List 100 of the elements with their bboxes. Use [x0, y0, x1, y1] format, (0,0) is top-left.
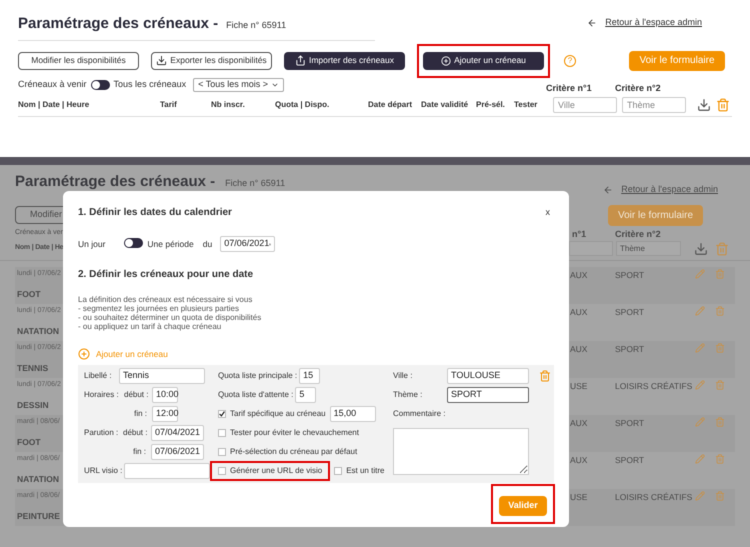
checkbox[interactable]	[334, 466, 342, 475]
column-header: Date validité	[421, 98, 470, 110]
theme-field[interactable]: SPORT	[447, 386, 529, 403]
column-header: Date départ	[368, 98, 414, 110]
criterion-field[interactable]: Ville	[553, 96, 617, 112]
city-cell-text: USE	[570, 380, 588, 393]
criterion-field[interactable]: Thème	[622, 96, 686, 112]
filter-label: Créneaux à venir	[18, 78, 87, 91]
toolbar-button[interactable]: Exporter les disponibilités	[151, 52, 272, 70]
city-field[interactable]: TOULOUSE	[447, 368, 529, 384]
toggle-switch[interactable]	[90, 80, 110, 90]
edit-icon[interactable]	[695, 306, 705, 316]
theme-cell-text: SPORT	[615, 343, 646, 356]
option-label: Un jour	[78, 238, 106, 250]
slot-name: DESSIN	[16, 398, 50, 412]
field-label: Thème :	[393, 388, 424, 401]
checkbox[interactable]	[218, 448, 226, 456]
edit-icon[interactable]	[695, 380, 705, 390]
plus-icon	[441, 56, 452, 66]
criterion-label: Critère n°1	[546, 82, 593, 95]
date-field[interactable]: 07/04/2021	[151, 424, 204, 441]
criterion-label: n°1	[572, 228, 588, 240]
number-field[interactable]: 5	[295, 386, 316, 403]
text-field[interactable]	[124, 462, 210, 479]
section-heading: 2. Définir les créneaux pour une date	[78, 268, 254, 282]
text-field[interactable]: Tennis	[119, 368, 205, 384]
toolbar-button[interactable]: Modifier les disponibilités	[18, 52, 139, 70]
checkbox[interactable]	[218, 428, 226, 437]
toolbar-button[interactable]: Importer des créneaux	[284, 52, 405, 70]
option-label: du	[202, 238, 212, 250]
plus-icon	[78, 348, 90, 360]
upload-icon	[294, 55, 306, 66]
criterion-label: Critère n°2	[615, 228, 661, 240]
criterion-field	[569, 241, 613, 256]
field-label: Horaires :	[84, 388, 120, 401]
slot-name: NATATION	[16, 324, 60, 338]
field-label: Quota liste d'attente :	[218, 388, 294, 401]
option-label: Une période	[147, 238, 194, 250]
trash-icon[interactable]	[539, 370, 551, 382]
theme-cell-text: SPORT	[615, 306, 646, 319]
city-cell-text: AUX	[570, 269, 588, 282]
slot-name: NATATION	[16, 472, 60, 486]
close-button[interactable]: x	[546, 205, 550, 220]
comment-field[interactable]	[393, 428, 529, 475]
checkbox[interactable]	[218, 466, 226, 475]
toolbar-button[interactable]: Ajouter un créneau	[423, 52, 544, 70]
arrow-left-icon	[603, 184, 614, 195]
edit-icon[interactable]	[695, 269, 705, 279]
time-field[interactable]: 12:00	[152, 406, 178, 422]
download-icon[interactable]	[697, 98, 711, 112]
field-label: Quota liste principale :	[218, 370, 298, 382]
checkbox[interactable]	[218, 410, 226, 418]
price-field[interactable]: 15,00	[330, 406, 376, 422]
date-field[interactable]: 07/06/2021	[151, 444, 204, 460]
slot-name: FOOT	[16, 288, 42, 300]
edit-icon[interactable]	[695, 417, 705, 427]
trash-icon[interactable]	[715, 242, 729, 256]
page-title: Paramétrage des créneaux -	[18, 14, 218, 34]
trash-icon[interactable]	[715, 380, 725, 390]
intro-text: - ou souhaitez déterminer un quota de disponibilités	[78, 313, 262, 322]
trash-icon[interactable]	[716, 98, 730, 112]
trash-icon[interactable]	[715, 343, 725, 353]
page-title: Paramétrage des créneaux -	[15, 172, 216, 192]
option-label: Pré-sélection du créneau par défaut	[230, 446, 358, 458]
option-label: Générer une URL de visio	[230, 464, 322, 477]
theme-cell-text: SPORT	[615, 454, 646, 467]
back-link[interactable]: Retour à l'espace admin	[603, 183, 718, 196]
theme-cell-text: LOISIRS CRÉATIFS	[615, 491, 694, 504]
city-cell-text: AUX	[570, 417, 588, 430]
theme-cell-text: SPORT	[615, 269, 646, 282]
field-label: Ville :	[393, 370, 414, 382]
city-cell-text: USE	[570, 491, 588, 504]
edit-icon[interactable]	[695, 343, 705, 353]
slot-name: FOOT	[16, 436, 42, 448]
trash-icon[interactable]	[715, 269, 725, 279]
criterion-field: Thème	[616, 241, 681, 256]
field-label: début :	[123, 426, 148, 439]
trash-icon[interactable]	[715, 454, 725, 464]
number-field[interactable]: 15	[299, 368, 320, 384]
edit-icon[interactable]	[695, 491, 705, 501]
column-header: Pré-sél.	[476, 98, 506, 110]
trash-icon[interactable]	[715, 417, 725, 427]
time-field[interactable]: 10:00	[152, 386, 178, 403]
month-select[interactable]: < Tous les mois >	[193, 78, 284, 92]
edit-icon[interactable]	[695, 454, 705, 464]
toggle-switch[interactable]	[124, 238, 144, 248]
slot-name: PEINTURE	[16, 510, 61, 522]
download-icon	[156, 55, 168, 66]
back-link[interactable]: Retour à l'espace admin	[587, 16, 702, 30]
record-number: Fiche n° 65911	[226, 19, 286, 32]
column-header: Quota | Dispo.	[275, 98, 330, 110]
date-field[interactable]: 07/06/2021	[220, 236, 276, 252]
download-icon[interactable]	[694, 242, 708, 256]
field-label: Commentaire :	[393, 408, 446, 420]
trash-icon[interactable]	[715, 491, 725, 501]
column-header: Tarif	[160, 98, 178, 110]
column-header: Nb inscr.	[211, 98, 246, 110]
field-label: fin :	[132, 446, 147, 458]
trash-icon[interactable]	[715, 306, 725, 316]
field-label: URL visio :	[84, 464, 124, 477]
